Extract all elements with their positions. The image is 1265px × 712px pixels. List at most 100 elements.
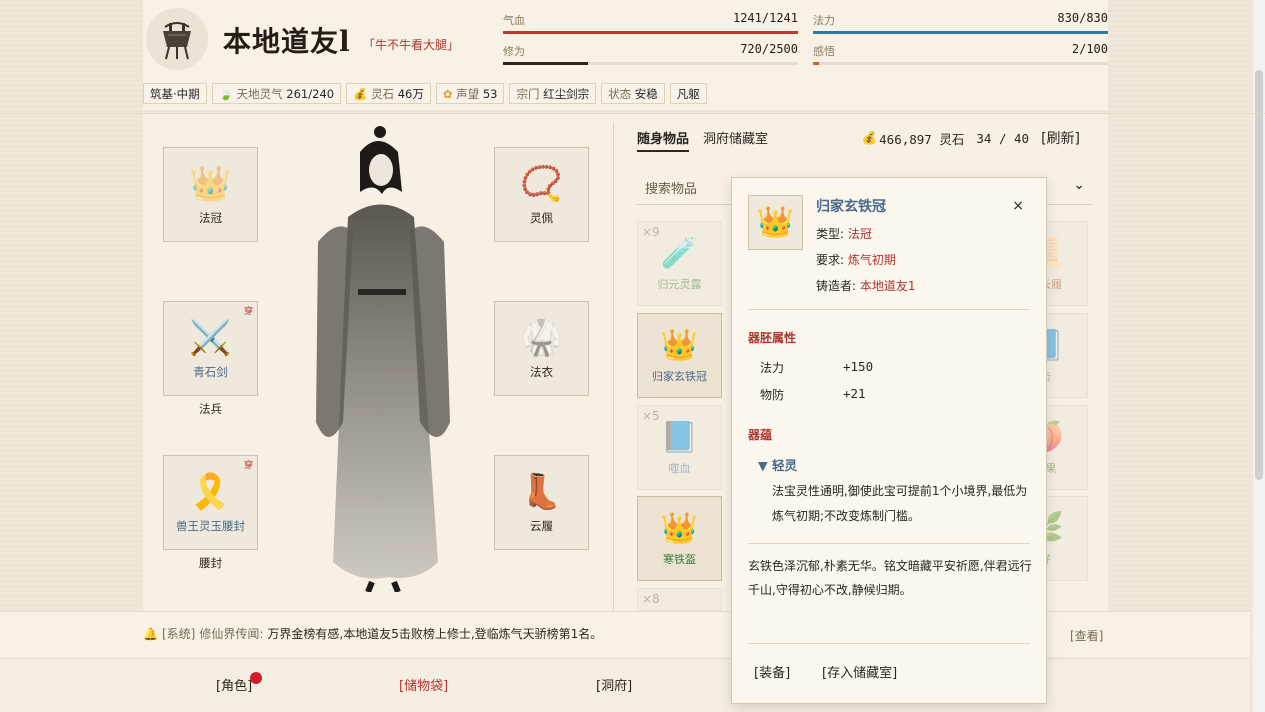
crown-icon: 👑	[189, 163, 232, 204]
item-name: 寒铁盔	[663, 552, 696, 566]
nav-role[interactable]: [角色]	[216, 675, 252, 694]
news-system-tag: [系统]	[161, 627, 196, 641]
attr-value: +21	[843, 386, 866, 401]
character-figure	[316, 126, 450, 592]
insight-label: 感悟	[813, 45, 835, 58]
equip-slot-belt[interactable]: 穿 🎗️ 兽王灵玉腰封	[163, 455, 258, 550]
tooltip-section-aura: 器蕴	[748, 428, 773, 442]
nav-cave[interactable]: [洞府]	[596, 675, 632, 694]
robe-icon: 🥋	[520, 317, 563, 358]
bottom-nav: [角色] [储物袋] [洞府]	[0, 658, 1250, 712]
inventory-item[interactable]: 👑 寒铁盔	[637, 496, 722, 581]
inventory-item[interactable]: ×8	[637, 588, 722, 611]
equip-slot-crown[interactable]: 👑 法冠	[163, 147, 258, 242]
type-value: 法冠	[847, 227, 872, 241]
equip-slot-label: 云履	[530, 518, 553, 533]
ribbon-icon: 🎗️	[189, 471, 232, 512]
realm-value: 筑基·中期	[150, 87, 200, 101]
equip-slot-robe[interactable]: 🥋 法衣	[494, 301, 589, 396]
inventory-item[interactable]: ×9 🧪 归元灵露	[637, 221, 722, 306]
cultivation-stat: 修为 720/2500	[503, 31, 798, 65]
inventory-item[interactable]: ×5 📘 噬血	[637, 405, 722, 490]
inventory-stats: 💰 466,897 灵石 34 / 40 [刷新]	[862, 128, 1080, 148]
hp-stat: 气血 1241/1241	[503, 0, 798, 34]
scrollbar-thumb[interactable]	[1255, 70, 1263, 480]
item-count: ×8	[642, 592, 660, 606]
nav-bag[interactable]: [储物袋]	[399, 675, 448, 694]
news-message: 万界金榜有感,本地道友5击败榜上修士,登临炼气天骄榜第1名。	[267, 627, 603, 641]
tab-bag[interactable]: 随身物品	[637, 128, 690, 152]
state-value: 安稳	[634, 87, 658, 101]
crown-icon: 👑	[660, 510, 699, 546]
panel-divider	[613, 122, 614, 612]
cultivation-bar	[503, 62, 798, 65]
mana-label: 法力	[813, 14, 835, 27]
body-value: 凡躯	[676, 87, 700, 101]
refresh-button[interactable]: [刷新]	[1041, 128, 1080, 148]
inventory-tabs: 随身物品 洞府储藏室	[637, 128, 768, 152]
req-value: 炼气初期	[847, 253, 896, 267]
notification-dot	[250, 672, 262, 684]
item-name: 归元灵露	[657, 277, 702, 291]
hp-value: 1241/1241	[732, 11, 798, 25]
insight-bar-fill	[813, 62, 819, 65]
aura-toggle[interactable]: ▼ 轻灵	[758, 455, 797, 474]
necklace-icon: 📿	[520, 163, 563, 204]
equip-slot-pendant[interactable]: 📿 灵佩	[494, 147, 589, 242]
tab-storage[interactable]: 洞府储藏室	[703, 128, 768, 152]
close-icon[interactable]: ×	[1012, 198, 1024, 214]
attr-value: +150	[843, 359, 874, 374]
money-bag-icon: 💰	[861, 130, 878, 145]
crossed-swords-icon: ⚔️	[189, 317, 232, 358]
inventory-item-selected[interactable]: 👑 归家玄铁冠	[637, 313, 722, 398]
qi-tag: 🍃 天地灵气 261/240	[211, 83, 342, 104]
tooltip-divider	[748, 309, 1030, 310]
scrollbar-track[interactable]	[1253, 0, 1265, 712]
character-title: 「牛不牛看大腿」	[363, 38, 460, 52]
tooltip-section-attributes: 器胚属性	[748, 331, 797, 345]
qi-value: 261/240	[286, 87, 335, 101]
maker-label: 铸造者:	[816, 279, 857, 293]
hp-label: 气血	[503, 14, 525, 27]
potion-icon: 🧪	[660, 235, 699, 271]
tooltip-requirement: 要求: 炼气初期	[816, 251, 896, 268]
equip-slot-weapon[interactable]: 穿 ⚔️ 青石剑	[163, 301, 258, 396]
item-count: ×9	[642, 225, 660, 239]
tooltip-item-name: 归家玄铁冠	[816, 199, 886, 215]
news-bar: 🔔 [系统] 修仙界传闻: 万界金榜有感,本地道友5击败榜上修士,登临炼气天骄榜…	[0, 611, 1250, 657]
fame-tag: ✿ 声望 53	[435, 83, 505, 104]
state-tag: 状态 安稳	[601, 83, 665, 104]
crown-icon: 👑	[660, 327, 699, 363]
equip-button[interactable]: [装备]	[754, 662, 790, 681]
equip-slot-label: 法冠	[199, 210, 222, 225]
character-name: 本地道友l	[223, 25, 351, 58]
tooltip-divider	[748, 543, 1030, 544]
tooltip-divider	[748, 643, 1030, 644]
leaf-icon: 🍃	[218, 87, 233, 101]
equip-slot-boots[interactable]: 👢 云履	[494, 455, 589, 550]
avatar[interactable]	[146, 8, 208, 70]
chevron-down-icon[interactable]: ⌄	[1073, 177, 1085, 193]
cultivation-bar-fill	[503, 62, 588, 65]
tooltip-item-icon: 👑	[748, 195, 803, 250]
crown-icon: 👑	[756, 205, 795, 240]
body-tag: 凡躯	[669, 83, 707, 104]
capacity-value: 34 / 40	[976, 130, 1030, 146]
state-label: 状态	[608, 87, 632, 101]
stone-value: 46万	[397, 87, 424, 101]
bell-icon: 🔔	[143, 626, 158, 641]
item-lore: 玄铁色泽沉郁,朴素无华。铭文暗藏平安祈愿,伴君远行千山,守得初心不改,静候归期。	[748, 559, 1032, 597]
fame-label: 声望	[456, 87, 480, 101]
insight-stat: 感悟 2/100	[813, 31, 1108, 65]
item-name: 噬血	[668, 461, 691, 475]
type-label: 类型:	[816, 227, 845, 241]
sect-value: 红尘剑宗	[543, 87, 590, 101]
tooltip-type: 类型: 法冠	[816, 225, 872, 242]
attr-name: 物防	[760, 388, 785, 402]
store-button[interactable]: [存入储藏室]	[822, 662, 897, 681]
belt-name: 兽王灵玉腰封	[176, 518, 245, 533]
boot-icon: 👢	[520, 471, 563, 512]
money-value: 466,897 灵石	[879, 131, 965, 147]
maker-value: 本地道友1	[859, 279, 916, 293]
news-view-button[interactable]: [查看]	[1070, 627, 1103, 644]
